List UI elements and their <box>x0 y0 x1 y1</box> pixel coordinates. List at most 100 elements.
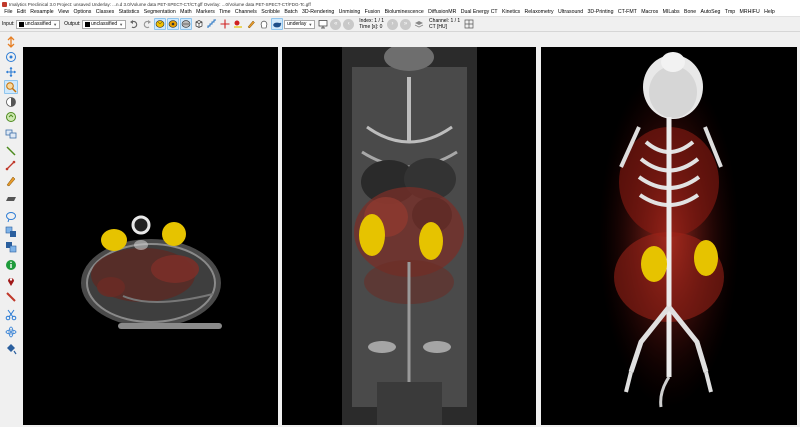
menu-mrhifu[interactable]: MRHIFU <box>737 9 762 15</box>
menu-fusion[interactable]: Fusion <box>362 9 382 15</box>
chevron-down-icon: ▼ <box>308 21 313 27</box>
menu-scribble[interactable]: Scribble <box>259 9 282 15</box>
menu-math[interactable]: Math <box>178 9 194 15</box>
menu-markers[interactable]: Markers <box>194 9 217 15</box>
pin-icon <box>234 20 243 28</box>
copy-layer-tool[interactable] <box>4 225 18 239</box>
menu-milabs[interactable]: MILabs <box>660 9 681 15</box>
menu-view[interactable]: View <box>56 9 72 15</box>
undo-icon <box>130 20 138 29</box>
window-title: Imalytics Preclinical 3.0 Project: unsav… <box>9 1 311 7</box>
paste-layer-tool[interactable] <box>4 240 18 254</box>
cube-view-button[interactable] <box>193 18 205 30</box>
lasso-tool[interactable] <box>4 210 18 224</box>
hand-tool-button[interactable] <box>258 18 270 30</box>
menu-channels[interactable]: Channels <box>233 9 259 15</box>
menu-options[interactable]: Options <box>71 9 93 15</box>
pencil-button[interactable] <box>245 18 257 30</box>
line-tool[interactable] <box>4 144 18 158</box>
brain-icon <box>155 20 165 28</box>
scissors-tool[interactable] <box>4 308 18 322</box>
menu-3d-printing[interactable]: 3D-Printing <box>585 9 615 15</box>
atom-tool[interactable] <box>4 325 18 339</box>
coronal-view[interactable] <box>282 47 536 425</box>
output-class-select[interactable]: unclassified ▼ <box>81 19 127 29</box>
menu-kinetics[interactable]: Kinetics <box>500 9 523 15</box>
redo-button[interactable] <box>141 18 153 30</box>
menu-autoseg[interactable]: AutoSeg <box>698 9 722 15</box>
info-icon <box>6 260 16 270</box>
chevron-left-icon: ‹ <box>347 21 350 27</box>
move-tool[interactable] <box>4 65 18 79</box>
brain-icon <box>181 20 191 28</box>
pen-tool[interactable] <box>4 174 18 188</box>
zoom-tool[interactable] <box>4 80 18 94</box>
display-mode-select[interactable]: underlay ▼ <box>284 19 316 29</box>
channel-button[interactable] <box>413 18 425 30</box>
menu-ultrasound[interactable]: Ultrasound <box>556 9 585 15</box>
menu-bioluminescence[interactable]: Bioluminescence <box>382 9 426 15</box>
previous-frame-button[interactable]: ‹ <box>343 18 355 30</box>
menu-ct-fmt[interactable]: CT-FMT <box>616 9 639 15</box>
target-tool[interactable] <box>4 50 18 64</box>
menu-help[interactable]: Help <box>762 9 777 15</box>
menu-classes[interactable]: Classes <box>94 9 117 15</box>
double-chevron-right-icon: » <box>403 21 408 27</box>
menu-batch[interactable]: Batch <box>282 9 300 15</box>
landmark-tool[interactable] <box>4 274 18 288</box>
staircase-button[interactable] <box>206 18 218 30</box>
mouse-view-button[interactable] <box>271 18 284 30</box>
undo-button[interactable] <box>128 18 140 30</box>
menu-3d-rendering[interactable]: 3D-Rendering <box>300 9 337 15</box>
input-class-select[interactable]: unclassified ▼ <box>15 19 61 29</box>
menu-unmixing[interactable]: Unmixing <box>336 9 362 15</box>
brain-view-button-1[interactable] <box>154 18 167 30</box>
channel-name: CT [HU] <box>429 24 448 30</box>
crosshair-icon <box>220 19 230 29</box>
title-bar: Imalytics Preclinical 3.0 Project: unsav… <box>0 0 800 8</box>
menu-bar: File Edit Resample View Options Classes … <box>0 8 800 17</box>
brightness-tool[interactable] <box>4 95 18 109</box>
menu-statistics[interactable]: Statistics <box>116 9 141 15</box>
last-frame-button[interactable]: » <box>400 18 412 30</box>
brain-view-button-2[interactable] <box>167 18 180 30</box>
menu-file[interactable]: File <box>2 9 15 15</box>
input-label: Input: <box>2 21 15 27</box>
cut-line-tool[interactable] <box>4 290 18 304</box>
brain-view-button-3[interactable] <box>180 18 193 30</box>
marker-tool-button[interactable] <box>232 18 244 30</box>
chevron-down-icon: ▼ <box>53 21 58 27</box>
screen-tool[interactable] <box>4 127 18 141</box>
vertical-arrows-icon <box>7 36 15 48</box>
grid-button[interactable] <box>463 18 475 30</box>
menu-tmp[interactable]: Tmp <box>723 9 738 15</box>
menu-edit[interactable]: Edit <box>15 9 28 15</box>
stack-icon <box>6 242 17 253</box>
crosshair-button[interactable] <box>219 18 231 30</box>
menu-diffusionmr[interactable]: DiffusionMR <box>426 9 459 15</box>
menu-segmentation[interactable]: Segmentation <box>142 9 178 15</box>
menu-relaxometry[interactable]: Relaxometry <box>522 9 556 15</box>
hand-icon <box>260 20 268 29</box>
scissors-icon <box>5 309 17 321</box>
menu-dual-energy-ct[interactable]: Dual Energy CT <box>459 9 500 15</box>
axial-view[interactable] <box>23 47 278 425</box>
cube-icon <box>195 20 203 28</box>
layout-button[interactable] <box>317 18 329 30</box>
volume-render-view[interactable] <box>541 47 797 425</box>
measure-tool[interactable] <box>4 159 18 173</box>
ruler-tool[interactable] <box>4 192 18 206</box>
menu-time[interactable]: Time <box>217 9 233 15</box>
double-chevron-left-icon: « <box>334 21 338 27</box>
menu-bone[interactable]: Bone <box>682 9 699 15</box>
copy-icon <box>5 226 16 237</box>
menu-macros[interactable]: Macros <box>639 9 660 15</box>
info-tool[interactable] <box>4 258 18 272</box>
fill-tool[interactable] <box>4 342 18 356</box>
menu-resample[interactable]: Resample <box>28 9 56 15</box>
rotate-tool[interactable] <box>4 110 18 124</box>
cut-line-icon <box>6 292 16 302</box>
next-frame-button[interactable]: › <box>387 18 399 30</box>
vertical-arrows-tool[interactable] <box>4 35 18 49</box>
first-frame-button[interactable]: « <box>330 18 342 30</box>
